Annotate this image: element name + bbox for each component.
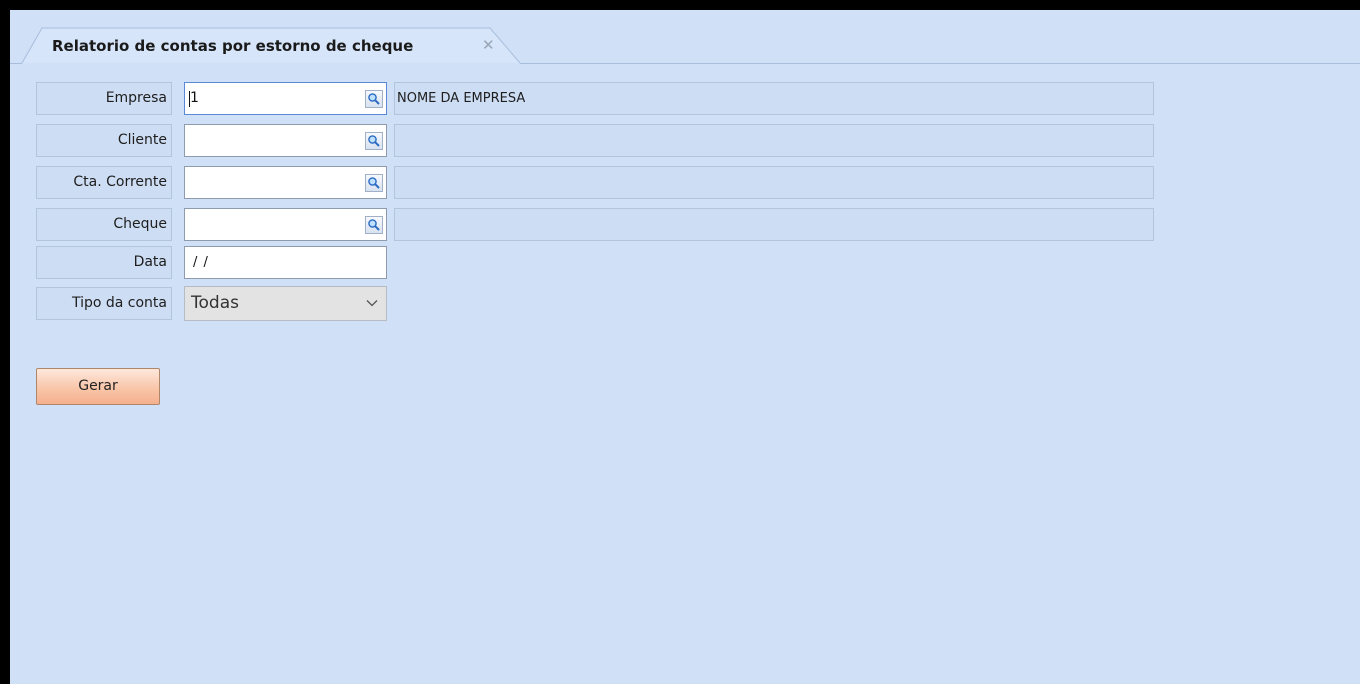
gerar-button[interactable]: Gerar	[36, 368, 160, 405]
cheque-code-input[interactable]	[184, 208, 387, 241]
search-icon	[368, 93, 380, 105]
close-icon[interactable]: ✕	[482, 36, 495, 54]
tipo-conta-select[interactable]: Todas	[184, 286, 387, 321]
cliente-label: Cliente	[36, 124, 172, 157]
cta-corrente-name-display	[394, 166, 1154, 199]
search-icon	[368, 219, 380, 231]
tipo-conta-selected-value: Todas	[191, 293, 239, 313]
empresa-lookup-button[interactable]	[365, 90, 383, 108]
cheque-name-display	[394, 208, 1154, 241]
cta-corrente-code-input[interactable]	[184, 166, 387, 199]
report-window: Relatorio de contas por estorno de chequ…	[10, 10, 1360, 684]
empresa-code-value: 1	[190, 90, 199, 106]
tab-strip: Relatorio de contas por estorno de chequ…	[10, 10, 1360, 64]
empresa-name-display: NOME DA EMPRESA	[394, 82, 1154, 115]
cta-corrente-label: Cta. Corrente	[36, 166, 172, 199]
empresa-label: Empresa	[36, 82, 172, 115]
cta-corrente-lookup-button[interactable]	[365, 174, 383, 192]
tipo-conta-label: Tipo da conta	[36, 287, 172, 320]
data-value: / /	[193, 255, 209, 270]
cliente-name-display	[394, 124, 1154, 157]
cheque-label: Cheque	[36, 208, 172, 241]
data-input[interactable]: / /	[184, 246, 387, 279]
data-label: Data	[36, 246, 172, 279]
tab-report-title[interactable]: Relatorio de contas por estorno de chequ…	[52, 37, 413, 55]
search-icon	[368, 177, 380, 189]
empresa-code-input[interactable]: 1	[184, 82, 387, 115]
cliente-lookup-button[interactable]	[365, 132, 383, 150]
cheque-lookup-button[interactable]	[365, 216, 383, 234]
tab-baseline	[520, 63, 1360, 64]
search-icon	[368, 135, 380, 147]
cliente-code-input[interactable]	[184, 124, 387, 157]
chevron-down-icon	[366, 300, 378, 307]
